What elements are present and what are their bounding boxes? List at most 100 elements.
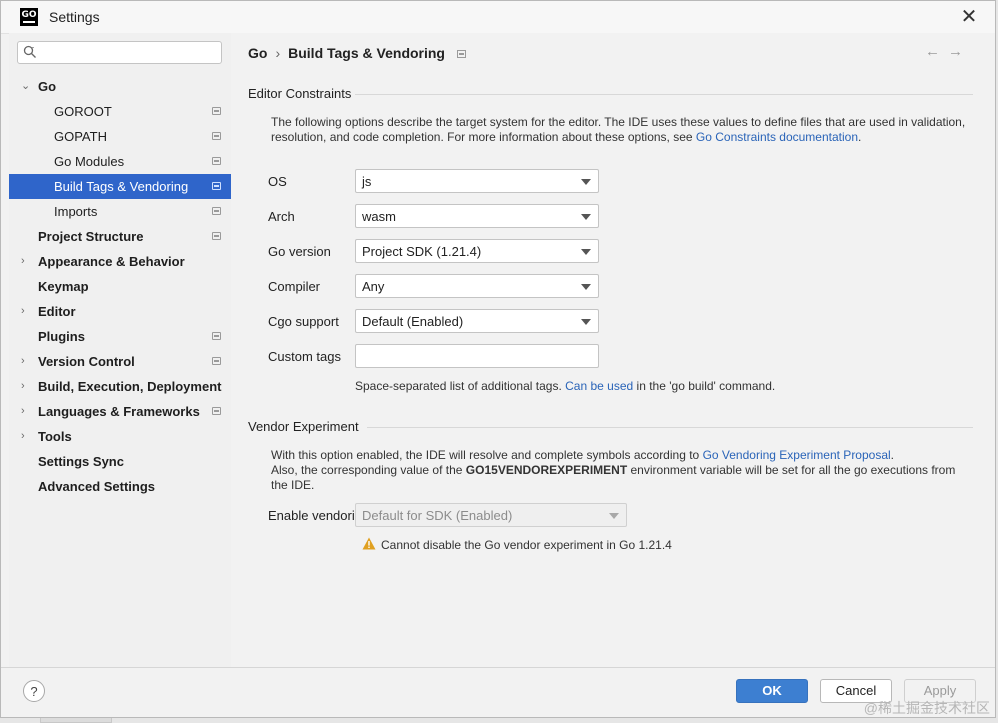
project-settings-icon: [212, 132, 221, 140]
sidebar-item-project-structure[interactable]: Project Structure: [9, 224, 231, 249]
section-divider: [367, 427, 973, 428]
chevron-right-icon[interactable]: ›: [21, 374, 25, 399]
sidebar-item-label: Project Structure: [38, 229, 144, 244]
sidebar-item-label: Build Tags & Vendoring: [54, 179, 189, 194]
arch-label: Arch: [268, 209, 295, 224]
sidebar-item-languages-frameworks[interactable]: › Languages & Frameworks: [9, 399, 231, 424]
chevron-right-icon[interactable]: ›: [21, 249, 25, 274]
breadcrumb-separator: ›: [275, 45, 281, 61]
search-icon: [23, 45, 36, 58]
dropdown-arrow-icon: [581, 214, 591, 220]
sidebar-item-label: Go Modules: [54, 154, 125, 169]
chevron-right-icon[interactable]: ›: [21, 349, 25, 374]
settings-content: Go › Build Tags & Vendoring ←→ Editor Cons…: [231, 33, 995, 667]
dropdown-arrow-icon: [609, 513, 619, 519]
dialog-footer: ? OK Cancel Apply: [1, 667, 995, 717]
sidebar-item-label: GOPATH: [54, 129, 107, 144]
back-arrow-icon[interactable]: ←: [925, 43, 948, 60]
project-settings-icon: [212, 207, 221, 215]
warning-icon: [362, 537, 376, 550]
forward-arrow-icon[interactable]: →: [948, 43, 971, 60]
search-input[interactable]: [17, 41, 222, 64]
sidebar-item-imports[interactable]: Imports: [9, 199, 231, 224]
go-version-label: Go version: [268, 244, 331, 259]
history-nav: ←→: [925, 43, 971, 60]
custom-tags-input[interactable]: [355, 344, 599, 368]
breadcrumb: Go › Build Tags & Vendoring: [248, 45, 466, 61]
vendoring-proposal-link[interactable]: Go Vendoring Experiment Proposal: [703, 448, 891, 462]
section-title-vendor-experiment: Vendor Experiment: [248, 419, 359, 434]
sidebar-item-label: GOROOT: [54, 104, 112, 119]
cgo-support-label: Cgo support: [268, 314, 339, 329]
vendoring-warning: Cannot disable the Go vendor experiment …: [362, 537, 672, 552]
project-settings-icon: [456, 50, 466, 59]
project-settings-icon: [212, 182, 221, 190]
arch-select[interactable]: wasm: [355, 204, 599, 228]
sidebar-item-label: Imports: [54, 204, 98, 219]
enable-vendoring-select: Default for SDK (Enabled): [355, 503, 627, 527]
sidebar-item-label: Plugins: [38, 329, 85, 344]
dropdown-arrow-icon: [581, 319, 591, 325]
editor-constraints-description: The following options describe the targe…: [271, 115, 966, 144]
window-title: Settings: [49, 9, 100, 25]
sidebar-item-go-modules[interactable]: Go Modules: [9, 149, 231, 174]
project-settings-icon: [212, 232, 221, 240]
sidebar-item-label: Version Control: [38, 354, 135, 369]
project-settings-icon: [212, 357, 221, 365]
settings-dialog: GO Settings ✕ ⌄ Go GOROOT GOPATH Go Modu…: [0, 0, 996, 718]
ok-button[interactable]: OK: [736, 679, 808, 703]
sidebar-item-gopath[interactable]: GOPATH: [9, 124, 231, 149]
sidebar-item-go[interactable]: ⌄ Go: [9, 74, 231, 99]
chevron-down-icon[interactable]: ⌄: [21, 74, 30, 99]
sidebar-item-label: Editor: [38, 304, 76, 319]
sidebar-item-settings-sync[interactable]: Settings Sync: [9, 449, 231, 474]
os-label: OS: [268, 174, 287, 189]
custom-tags-hint: Space-separated list of additional tags.…: [355, 379, 776, 393]
goland-app-icon: GO: [20, 8, 38, 26]
title-bar: GO Settings ✕: [1, 1, 995, 34]
dropdown-arrow-icon: [581, 179, 591, 185]
section-divider: [355, 94, 973, 95]
sidebar-item-appearance-behavior[interactable]: › Appearance & Behavior: [9, 249, 231, 274]
breadcrumb-current: Build Tags & Vendoring: [288, 45, 445, 61]
compiler-select[interactable]: Any: [355, 274, 599, 298]
chevron-right-icon[interactable]: ›: [21, 299, 25, 324]
project-settings-icon: [212, 332, 221, 340]
help-button[interactable]: ?: [23, 680, 45, 702]
sidebar-item-build-tags-vendoring[interactable]: Build Tags & Vendoring: [9, 174, 231, 199]
sidebar-item-version-control[interactable]: › Version Control: [9, 349, 231, 374]
settings-sidebar: ⌄ Go GOROOT GOPATH Go Modules Build Tags…: [9, 33, 231, 667]
sidebar-item-label: Appearance & Behavior: [38, 254, 185, 269]
watermark: @稀土掘金技术社区: [863, 700, 990, 716]
sidebar-item-build-execution-deployment[interactable]: › Build, Execution, Deployment: [9, 374, 231, 399]
sidebar-item-label: Tools: [38, 429, 72, 444]
compiler-label: Compiler: [268, 279, 321, 294]
project-settings-icon: [212, 107, 221, 115]
sidebar-item-label: Build, Execution, Deployment: [38, 379, 222, 394]
chevron-right-icon[interactable]: ›: [21, 424, 25, 449]
sidebar-item-label: Keymap: [38, 279, 89, 294]
close-icon[interactable]: ✕: [957, 5, 981, 29]
project-settings-icon: [212, 407, 221, 415]
sidebar-item-plugins[interactable]: Plugins: [9, 324, 231, 349]
can-be-used-link[interactable]: Can be used: [565, 379, 633, 393]
go-constraints-link[interactable]: Go Constraints documentation: [696, 130, 858, 144]
sidebar-item-tools[interactable]: › Tools: [9, 424, 231, 449]
os-select[interactable]: js: [355, 169, 599, 193]
sidebar-item-goroot[interactable]: GOROOT: [9, 99, 231, 124]
cgo-support-select[interactable]: Default (Enabled): [355, 309, 599, 333]
custom-tags-label: Custom tags: [268, 349, 341, 364]
project-settings-icon: [212, 157, 221, 165]
breadcrumb-parent[interactable]: Go: [248, 45, 267, 61]
sidebar-item-label: Go: [38, 79, 57, 94]
chevron-right-icon[interactable]: ›: [21, 399, 25, 424]
vendor-description: With this option enabled, the IDE will r…: [271, 448, 956, 492]
go-version-select[interactable]: Project SDK (1.21.4): [355, 239, 599, 263]
section-title-editor-constraints: Editor Constraints: [248, 86, 352, 101]
sidebar-item-advanced-settings[interactable]: Advanced Settings: [9, 474, 231, 499]
sidebar-item-keymap[interactable]: Keymap: [9, 274, 231, 299]
sidebar-item-label: Languages & Frameworks: [38, 404, 200, 419]
sidebar-item-editor[interactable]: › Editor: [9, 299, 231, 324]
sidebar-item-label: Advanced Settings: [38, 479, 156, 494]
sidebar-item-label: Settings Sync: [38, 454, 124, 469]
